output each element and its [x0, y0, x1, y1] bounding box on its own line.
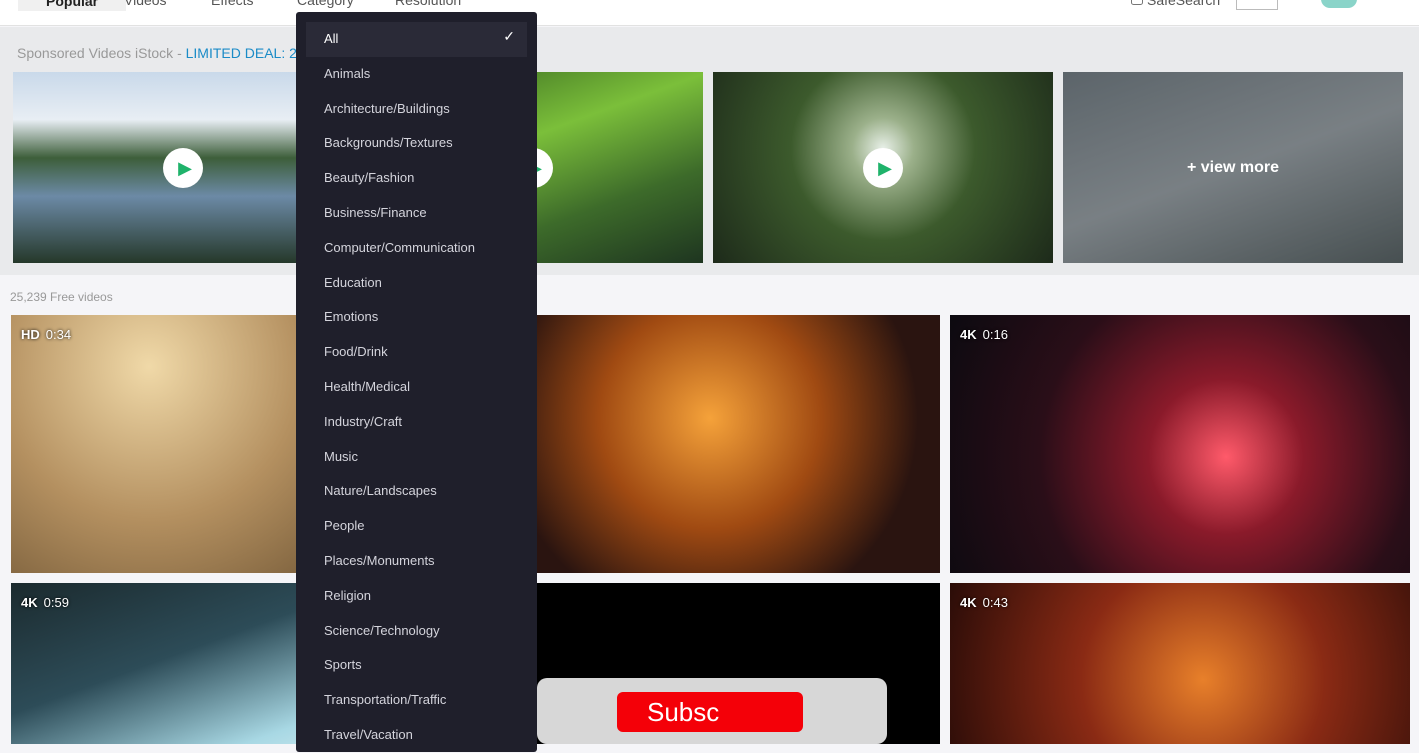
- quality-label: 4K: [21, 595, 38, 610]
- duration-label: 0:16: [982, 327, 1008, 342]
- top-filter-bar: Popular Videos Effects Category Resoluti…: [0, 0, 1419, 26]
- dropdown-item-nature-landscapes[interactable]: Nature/Landscapes: [306, 474, 527, 509]
- duration-label: 0:34: [45, 327, 72, 342]
- video-badge: 4K 0:16: [960, 327, 1008, 342]
- dropdown-item-label: All: [324, 31, 339, 46]
- search-box[interactable]: [1236, 0, 1278, 10]
- dropdown-item-emotions[interactable]: Emotions: [306, 300, 527, 335]
- dropdown-item-label: Travel/Vacation: [324, 726, 413, 742]
- dropdown-item-beauty-fashion[interactable]: Beauty/Fashion: [306, 161, 527, 196]
- sponsored-title: Sponsored Videos iStock - LIMITED DEAL: …: [17, 45, 297, 61]
- dropdown-item-label: People: [324, 518, 365, 534]
- dropdown-item-label: Transportation/Traffic: [324, 692, 447, 708]
- safesearch-label: SafeSearch: [1147, 0, 1221, 8]
- dropdown-item-label: Nature/Landscapes: [324, 483, 437, 499]
- tab-popular[interactable]: Popular: [18, 0, 127, 11]
- duration-label: 0:43: [982, 595, 1008, 610]
- dropdown-item-label: Places/Monuments: [324, 552, 435, 568]
- dropdown-item-label: Health/Medical: [324, 378, 410, 394]
- dropdown-item-label: Emotions: [324, 309, 379, 325]
- deal-link[interactable]: LIMITED DEAL: 2: [186, 45, 297, 61]
- video-tile[interactable]: 4K 0:16: [950, 315, 1410, 573]
- play-icon[interactable]: ▶: [863, 148, 903, 188]
- video-badge: HD 0:34: [21, 327, 71, 342]
- results-count: 25,239 Free videos: [10, 290, 113, 304]
- dropdown-item-label: Food/Drink: [324, 344, 388, 360]
- safesearch-checkbox[interactable]: SafeSearch: [1131, 0, 1220, 8]
- dropdown-item-music[interactable]: Music: [306, 440, 527, 475]
- search-button[interactable]: [1321, 0, 1357, 8]
- video-tile[interactable]: 4K 0:43: [950, 583, 1410, 744]
- video-tile[interactable]: 5 Subsc: [480, 583, 940, 744]
- quality-label: 4K: [960, 327, 977, 342]
- dropdown-item-science-technology[interactable]: Science/Technology: [306, 614, 527, 649]
- dropdown-item-label: Animals: [324, 65, 371, 81]
- video-badge: 4K 0:59: [21, 595, 69, 610]
- dropdown-item-travel-vacation[interactable]: Travel/Vacation: [306, 718, 527, 753]
- dropdown-item-label: Sports: [324, 657, 362, 673]
- sponsored-section: Sponsored Videos iStock - LIMITED DEAL: …: [0, 27, 1419, 275]
- sponsored-prefix: Sponsored Videos iStock -: [17, 45, 186, 61]
- dropdown-item-backgrounds-textures[interactable]: Backgrounds/Textures: [306, 126, 527, 161]
- dropdown-item-label: Religion: [324, 587, 371, 603]
- dropdown-item-places-monuments[interactable]: Places/Monuments: [306, 544, 527, 579]
- dropdown-item-business-finance[interactable]: Business/Finance: [306, 196, 527, 231]
- tab-category[interactable]: Category: [297, 0, 354, 8]
- dropdown-item-label: Architecture/Buildings: [324, 100, 450, 116]
- dropdown-item-food-drink[interactable]: Food/Drink: [306, 335, 527, 370]
- dropdown-item-computer-communication[interactable]: Computer/Communication: [306, 231, 527, 266]
- dropdown-item-label: Beauty/Fashion: [324, 170, 415, 186]
- video-badge: 4K 0:43: [960, 595, 1008, 610]
- dropdown-item-sports[interactable]: Sports: [306, 648, 527, 683]
- view-more-label: + view more: [1063, 72, 1403, 263]
- play-icon[interactable]: ▶: [163, 148, 203, 188]
- dropdown-item-label: Backgrounds/Textures: [324, 135, 453, 151]
- checkmark-icon: ✓: [503, 28, 515, 44]
- sponsored-video-thumb[interactable]: ▶: [713, 72, 1053, 263]
- dropdown-item-education[interactable]: Education: [306, 266, 527, 301]
- quality-label: HD: [21, 327, 40, 342]
- dropdown-item-label: Science/Technology: [324, 622, 440, 638]
- dropdown-item-transportation-traffic[interactable]: Transportation/Traffic: [306, 683, 527, 718]
- dropdown-item-all[interactable]: All ✓: [306, 22, 527, 57]
- subscribe-graphic: Subsc: [537, 678, 887, 744]
- tab-videos[interactable]: Videos: [124, 0, 167, 8]
- video-tile[interactable]: 0: [480, 315, 940, 573]
- dropdown-item-label: Industry/Craft: [324, 413, 403, 429]
- subscribe-text: Subsc: [617, 692, 803, 732]
- dropdown-item-animals[interactable]: Animals: [306, 57, 527, 92]
- dropdown-item-religion[interactable]: Religion: [306, 579, 527, 614]
- duration-label: 0:59: [43, 595, 69, 610]
- dropdown-item-health-medical[interactable]: Health/Medical: [306, 370, 527, 405]
- dropdown-item-label: Business/Finance: [324, 204, 427, 220]
- dropdown-item-industry-craft[interactable]: Industry/Craft: [306, 405, 527, 440]
- tab-effects[interactable]: Effects: [211, 0, 254, 8]
- dropdown-item-label: Education: [324, 274, 382, 290]
- tab-resolution[interactable]: Resolution: [395, 0, 461, 8]
- category-dropdown[interactable]: All ✓ Animals Architecture/Buildings Backgro…: [296, 12, 537, 752]
- quality-label: 4K: [960, 595, 977, 610]
- dropdown-item-label: Computer/Communication: [324, 239, 476, 255]
- sponsored-view-more[interactable]: + view more: [1063, 72, 1403, 263]
- dropdown-item-people[interactable]: People: [306, 509, 527, 544]
- dropdown-item-label: Music: [324, 448, 358, 464]
- dropdown-item-architecture-buildings[interactable]: Architecture/Buildings: [306, 92, 527, 127]
